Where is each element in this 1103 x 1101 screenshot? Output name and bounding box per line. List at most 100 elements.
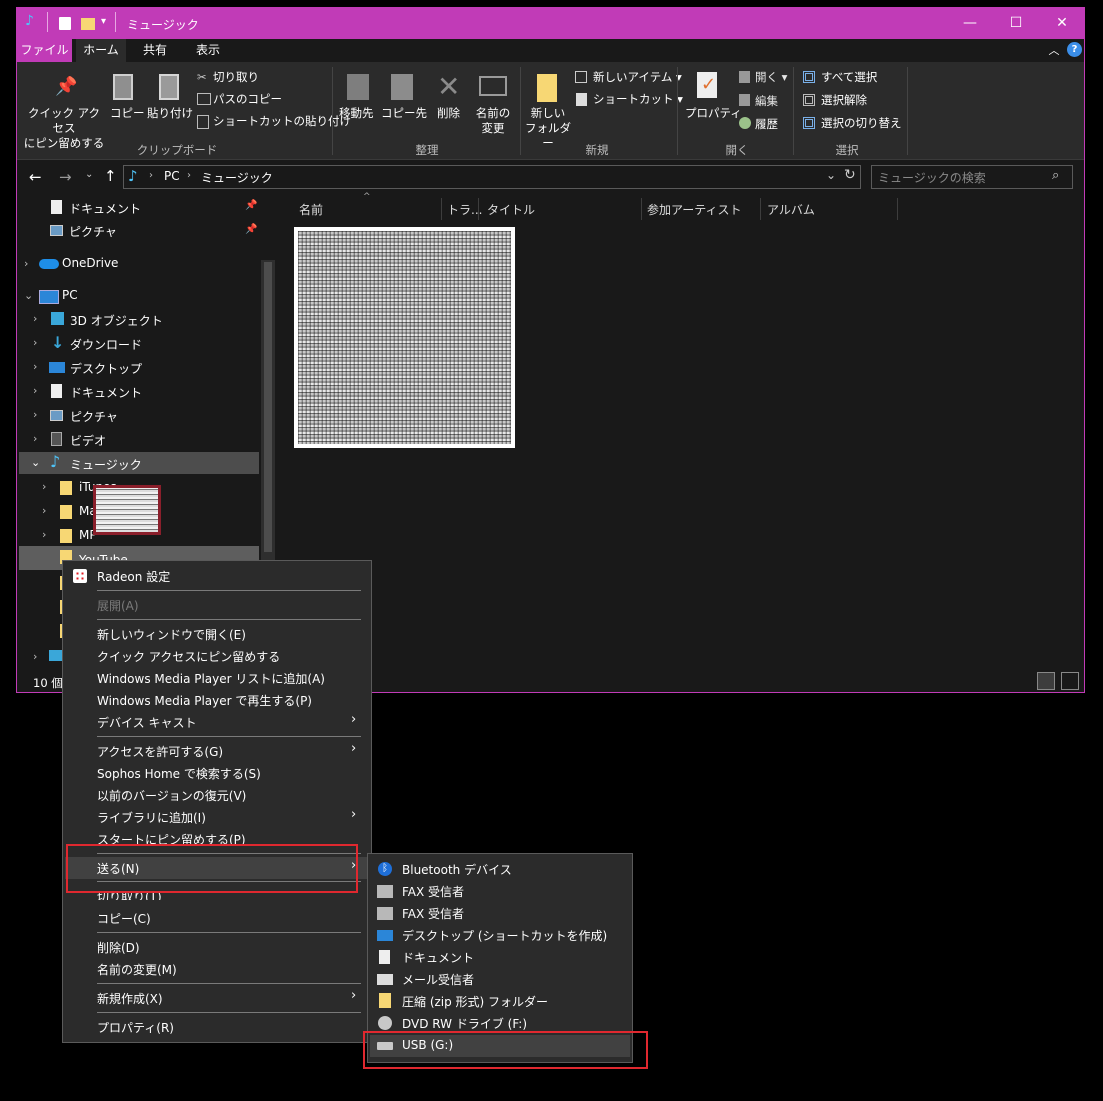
delete-button[interactable]: 削除: [437, 106, 460, 121]
tab-view[interactable]: 表示: [183, 39, 233, 62]
forward-icon[interactable]: →: [59, 168, 72, 186]
recent-locations-icon[interactable]: ⌄: [85, 169, 93, 180]
open-button[interactable]: 開く ▾: [755, 70, 787, 85]
edit-button[interactable]: 編集: [755, 94, 778, 109]
breadcrumb-pc[interactable]: PC: [164, 169, 180, 183]
menu-item-rename[interactable]: 名前の変更(M): [97, 961, 177, 978]
menu-item-library[interactable]: ライブラリに追加(I): [97, 809, 206, 826]
up-icon[interactable]: ↑: [104, 167, 117, 185]
search-input[interactable]: ミュージックの検索: [878, 169, 986, 186]
move-to-button[interactable]: 移動先: [339, 106, 374, 121]
nav-item-pictures-pinned[interactable]: ピクチャ: [69, 223, 117, 240]
paste-shortcut-button[interactable]: ショートカットの貼り付け: [213, 114, 351, 129]
back-icon[interactable]: ←: [29, 168, 42, 186]
invert-selection-button[interactable]: 選択の切り替え: [821, 116, 902, 131]
nav-item-pictures[interactable]: ピクチャ: [70, 408, 118, 425]
customize-quick-access-icon[interactable]: ▾: [101, 16, 115, 32]
copy-to-icon: [391, 74, 413, 100]
send-to-mail[interactable]: メール受信者: [402, 971, 474, 988]
breadcrumb-music[interactable]: ミュージック: [201, 169, 273, 186]
select-all-button[interactable]: すべて選択: [821, 70, 877, 85]
collapse-ribbon-icon[interactable]: ︿: [1047, 39, 1061, 62]
menu-item-sophos[interactable]: Sophos Home で検索する(S): [97, 765, 261, 782]
chevron-right-icon[interactable]: ›: [33, 650, 37, 663]
properties-quick-icon[interactable]: [59, 17, 71, 30]
column-header-name[interactable]: 名前: [299, 201, 323, 218]
chevron-right-icon[interactable]: ›: [33, 312, 37, 325]
menu-item-restore[interactable]: 以前のバージョンの復元(V): [97, 787, 246, 804]
nav-item-onedrive[interactable]: OneDrive: [62, 256, 118, 270]
chevron-right-icon[interactable]: ›: [42, 504, 46, 517]
column-header-artist[interactable]: 参加アーティスト: [647, 201, 742, 218]
chevron-right-icon[interactable]: ›: [33, 336, 37, 349]
paste-button[interactable]: 貼り付け: [147, 106, 193, 121]
chevron-right-icon[interactable]: ›: [33, 432, 37, 445]
chevron-right-icon[interactable]: ›: [42, 528, 46, 541]
menu-item-give-access[interactable]: アクセスを許可する(G): [97, 743, 223, 760]
column-header-title[interactable]: タイトル: [487, 201, 535, 218]
close-button[interactable]: ✕: [1039, 8, 1085, 39]
chevron-down-icon[interactable]: ⌄: [24, 289, 33, 302]
properties-button[interactable]: プロパティ: [685, 106, 742, 121]
tab-file[interactable]: ファイル: [17, 39, 72, 62]
send-to-documents[interactable]: ドキュメント: [402, 949, 474, 966]
search-icon[interactable]: ⌕: [1052, 168, 1059, 183]
menu-item-new[interactable]: 新規作成(X): [97, 990, 163, 1007]
large-icons-view-icon[interactable]: [1061, 672, 1079, 690]
menu-item-properties[interactable]: プロパティ(R): [97, 1019, 174, 1036]
pin-to-quick-access-button[interactable]: クイック アクセス にピン留めする: [23, 106, 105, 151]
chevron-right-icon[interactable]: ›: [33, 360, 37, 373]
nav-item-documents[interactable]: ドキュメント: [70, 384, 142, 401]
send-to-fax-1[interactable]: FAX 受信者: [402, 883, 464, 900]
copy-to-button[interactable]: コピー先: [381, 106, 427, 121]
maximize-button[interactable]: ☐: [993, 8, 1039, 39]
nav-item-documents-pinned[interactable]: ドキュメント: [69, 200, 141, 217]
nav-item-3d-objects[interactable]: 3D オブジェクト: [70, 312, 163, 329]
chevron-right-icon[interactable]: ›: [42, 480, 46, 493]
nav-item-downloads[interactable]: ダウンロード: [70, 336, 142, 353]
send-to-fax-2[interactable]: FAX 受信者: [402, 905, 464, 922]
menu-item-cast[interactable]: デバイス キャスト: [97, 714, 196, 731]
chevron-right-icon[interactable]: ›: [33, 384, 37, 397]
group-select-label: 選択: [835, 143, 859, 157]
chevron-right-icon[interactable]: ›: [33, 408, 37, 421]
menu-item-wmp-play[interactable]: Windows Media Player で再生する(P): [97, 692, 312, 709]
copy-button[interactable]: コピー: [110, 106, 145, 121]
nav-item-desktop[interactable]: デスクトップ: [70, 360, 142, 377]
copy-path-button[interactable]: パスのコピー: [213, 92, 282, 107]
send-to-dvd[interactable]: DVD RW ドライブ (F:): [402, 1015, 527, 1032]
rename-button[interactable]: 名前の 変更: [475, 106, 511, 136]
menu-item-delete[interactable]: 削除(D): [97, 939, 140, 956]
chevron-right-icon[interactable]: ›: [24, 257, 28, 270]
send-to-bluetooth[interactable]: Bluetooth デバイス: [402, 861, 512, 878]
column-header-album[interactable]: アルバム: [767, 201, 815, 218]
history-button[interactable]: 履歴: [755, 117, 778, 132]
minimize-button[interactable]: —: [947, 8, 993, 39]
select-none-button[interactable]: 選択解除: [821, 93, 867, 108]
new-item-button[interactable]: 新しいアイテム ▾: [593, 70, 682, 85]
address-history-icon[interactable]: ⌄: [826, 168, 836, 182]
help-icon[interactable]: ?: [1067, 42, 1082, 57]
nav-item-pc[interactable]: PC: [62, 288, 78, 302]
title-bar[interactable]: ♪ ▾ ミュージック — ☐ ✕: [17, 8, 1084, 39]
new-folder-quick-icon[interactable]: [81, 18, 95, 30]
menu-item-copy[interactable]: コピー(C): [97, 910, 151, 927]
nav-scrollbar-thumb[interactable]: [264, 262, 272, 552]
menu-item-pin-quick-access[interactable]: クイック アクセスにピン留めする: [97, 648, 280, 665]
chevron-down-icon[interactable]: ⌄: [31, 456, 40, 469]
shortcut-button[interactable]: ショートカット ▾: [593, 92, 683, 107]
send-to-zip[interactable]: 圧縮 (zip 形式) フォルダー: [402, 993, 548, 1010]
tab-home[interactable]: ホーム: [76, 39, 126, 62]
menu-item-open-new-window[interactable]: 新しいウィンドウで開く(E): [97, 626, 246, 643]
refresh-icon[interactable]: ↻: [844, 167, 856, 183]
cut-button[interactable]: 切り取り: [213, 70, 259, 85]
menu-item-wmp-add[interactable]: Windows Media Player リストに追加(A): [97, 670, 325, 687]
search-box[interactable]: ミュージックの検索 ⌕: [871, 165, 1073, 189]
nav-item-videos[interactable]: ビデオ: [70, 432, 106, 449]
tab-share[interactable]: 共有: [130, 39, 180, 62]
send-to-desktop[interactable]: デスクトップ (ショートカットを作成): [402, 927, 607, 944]
nav-item-music[interactable]: ミュージック: [70, 456, 142, 473]
menu-item-radeon[interactable]: Radeon 設定: [97, 568, 170, 585]
details-view-icon[interactable]: [1037, 672, 1055, 690]
address-bar[interactable]: ♪ › PC › ミュージック ⌄ ↻: [123, 165, 861, 189]
